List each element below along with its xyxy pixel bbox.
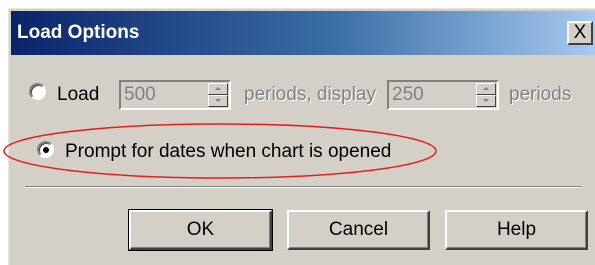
- arrow-up-icon: [215, 87, 221, 90]
- periods-spin-down-button[interactable]: [208, 95, 228, 107]
- title-bar: Load Options X: [11, 11, 595, 55]
- periods-spinner[interactable]: 500: [119, 80, 231, 110]
- display-spin-up-button[interactable]: [476, 83, 496, 95]
- periods-spin-buttons: [208, 83, 228, 107]
- display-spin-buttons: [476, 83, 496, 107]
- close-button[interactable]: X: [567, 21, 593, 45]
- periods-spin-up-button[interactable]: [208, 83, 228, 95]
- display-spinner[interactable]: 250: [387, 80, 499, 110]
- arrow-up-icon: [483, 87, 489, 90]
- display-spin-down-button[interactable]: [476, 95, 496, 107]
- help-button[interactable]: Help: [445, 210, 588, 250]
- dialog-title: Load Options: [17, 22, 140, 43]
- periods-display-label: periods, display: [244, 84, 377, 105]
- screenshot-canvas: Load Options X Load 500 periods, display…: [0, 0, 595, 265]
- prompt-radio-label: Prompt for dates when chart is opened: [65, 141, 392, 162]
- display-value: 250: [392, 84, 424, 105]
- close-icon: X: [573, 22, 587, 43]
- separator: [25, 186, 581, 188]
- radio-selected-dot: [43, 147, 49, 153]
- arrow-down-icon: [215, 99, 221, 102]
- load-radio-label: Load: [57, 84, 100, 105]
- prompt-radio[interactable]: [37, 141, 54, 158]
- periods-label: periods: [509, 84, 572, 105]
- load-options-dialog: Load Options X Load 500 periods, display…: [8, 8, 595, 265]
- periods-value: 500: [124, 84, 156, 105]
- load-radio[interactable]: [29, 83, 46, 100]
- cancel-button[interactable]: Cancel: [287, 210, 430, 250]
- arrow-down-icon: [483, 99, 489, 102]
- ok-button[interactable]: OK: [128, 209, 273, 251]
